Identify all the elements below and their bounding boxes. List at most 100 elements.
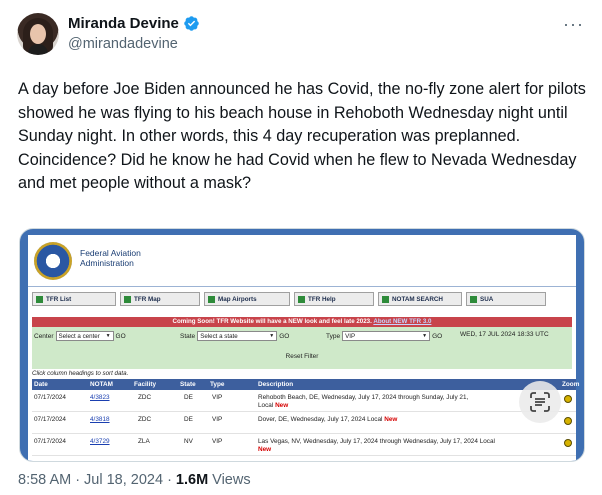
col-state: State: [180, 381, 196, 388]
tweet-paragraph-1: A day before Joe Biden announced he has …: [18, 80, 586, 145]
nav-label: Map Airports: [218, 295, 257, 303]
post-time[interactable]: 8:58 AM: [18, 472, 71, 488]
chevron-down-icon: ▼: [269, 333, 275, 339]
author-avatar[interactable]: [17, 13, 59, 55]
col-date: Date: [34, 381, 48, 388]
row-date: 07/17/2024: [34, 416, 66, 423]
table-row: 07/17/2024 4/3823 ZDC DE VIP Rehoboth Be…: [32, 390, 576, 412]
center-select: Select a center ▼: [55, 331, 114, 341]
row-new-badge: New: [384, 416, 398, 423]
row-notam-link: 4/3823: [90, 394, 110, 401]
nav-notam-search: NOTAM SEARCH: [378, 292, 462, 306]
row-desc-line-1: Las Vegas, NV, Wednesday, July 17, 2024 …: [258, 438, 495, 445]
separator-dot: ·: [75, 472, 81, 488]
separator-dot: ·: [167, 472, 172, 488]
center-filter: Center Select a center ▼ GO: [34, 331, 126, 341]
col-description: Description: [258, 381, 294, 388]
author-block: Miranda Devine @mirandadevine: [68, 14, 200, 54]
state-select-value: Select a state: [200, 332, 238, 340]
col-facility: Facility: [134, 381, 157, 388]
views-count[interactable]: 1.6M: [176, 472, 208, 488]
center-select-value: Select a center: [58, 332, 100, 340]
row-desc-line-1: Rehoboth Beach, DE, Wednesday, July 17, …: [258, 394, 469, 401]
faa-tfr-page: Federal Aviation Administration TFR List…: [28, 235, 580, 461]
center-go: GO: [115, 332, 126, 340]
type-go: GO: [432, 332, 443, 340]
author-handle[interactable]: @mirandadevine: [68, 35, 200, 54]
type-select-value: VIP: [345, 332, 356, 340]
nav-label: TFR Map: [134, 295, 161, 303]
row-type: VIP: [212, 416, 223, 423]
nav-label: TFR Help: [308, 295, 336, 303]
nav-bullet-icon: [470, 295, 477, 303]
type-select: VIP ▼: [342, 331, 431, 341]
views-label: Views: [212, 472, 251, 488]
row-desc-line-2: Local: [258, 402, 274, 409]
row-description: Rehoboth Beach, DE, Wednesday, July 17, …: [258, 394, 558, 410]
zoom-icon: [564, 417, 572, 425]
col-type: Type: [210, 381, 225, 388]
nav-bullet-icon: [124, 295, 131, 303]
row-date: 07/17/2024: [34, 394, 66, 401]
nav-map-airports: Map Airports: [204, 292, 290, 306]
verified-badge-icon: [184, 16, 199, 31]
nav-sua: SUA: [466, 292, 546, 306]
chevron-down-icon: ▼: [422, 333, 428, 339]
nav-bullet-icon: [298, 295, 305, 303]
state-label: State: [180, 332, 196, 340]
row-facility: ZDC: [138, 416, 152, 423]
nav-label: NOTAM SEARCH: [392, 295, 443, 303]
nav-bullet-icon: [36, 295, 43, 303]
nav-bullet-icon: [208, 295, 215, 303]
tfr-table: Date NOTAM Facility State Type Descripti…: [32, 379, 580, 456]
center-label: Center: [34, 332, 54, 340]
filter-panel: Center Select a center ▼ GO State Select …: [32, 327, 572, 369]
nav-tfr-map: TFR Map: [120, 292, 200, 306]
table-header: Date NOTAM Facility State Type Descripti…: [32, 379, 580, 390]
banner-link: About NEW TFR 3.0: [373, 318, 432, 325]
nav-tfr-help: TFR Help: [294, 292, 374, 306]
lens-icon[interactable]: [519, 381, 561, 423]
faa-title-line-2: Administration: [80, 258, 134, 268]
col-zoom: Zoom: [562, 381, 580, 388]
type-filter: Type VIP ▼ GO: [326, 331, 442, 341]
banner-text: Coming Soon! TFR Website will have a NEW…: [172, 318, 372, 325]
nav-label: SUA: [480, 295, 494, 303]
nav-tfr-list: TFR List: [32, 292, 116, 306]
row-state: DE: [184, 416, 193, 423]
text-scan-icon: [530, 392, 550, 412]
row-state: NV: [184, 438, 193, 445]
tweet-media-image[interactable]: Federal Aviation Administration TFR List…: [19, 228, 585, 462]
post-date[interactable]: Jul 18, 2024: [84, 472, 163, 488]
row-type: VIP: [212, 438, 223, 445]
table-row: 07/17/2024 4/3729 ZLA NV VIP Las Vegas, …: [32, 434, 576, 456]
state-filter: State Select a state ▼ GO: [180, 331, 289, 341]
nav-label: TFR List: [46, 295, 72, 303]
faa-header: Federal Aviation Administration: [28, 235, 576, 287]
row-type: VIP: [212, 394, 223, 401]
utc-timestamp: WED, 17 JUL 2024 18:33 UTC: [460, 331, 549, 338]
row-date: 07/17/2024: [34, 438, 66, 445]
state-go: GO: [279, 332, 290, 340]
faa-title: Federal Aviation Administration: [80, 248, 141, 268]
row-facility: ZLA: [138, 438, 150, 445]
avatar-face: [30, 24, 46, 44]
row-notam-link: 4/3729: [90, 438, 110, 445]
zoom-icon: [564, 395, 572, 403]
faa-nav-bar: TFR List TFR Map Map Airports TFR Help N…: [28, 292, 576, 306]
filter-row: Center Select a center ▼ GO State Select …: [32, 331, 572, 343]
sort-hint: Click column headings to sort data.: [32, 370, 129, 377]
row-new-badge: New: [258, 446, 272, 453]
author-name-row[interactable]: Miranda Devine: [68, 14, 200, 33]
more-options-icon[interactable]: ···: [563, 15, 584, 33]
row-notam-link: 4/3818: [90, 416, 110, 423]
author-name[interactable]: Miranda Devine: [68, 14, 179, 33]
row-state: DE: [184, 394, 193, 401]
row-desc-line-1: Dover, DE, Wednesday, July 17, 2024 Loca…: [258, 416, 383, 423]
tweet-text: A day before Joe Biden announced he has …: [18, 78, 588, 196]
row-description: Dover, DE, Wednesday, July 17, 2024 Loca…: [258, 416, 558, 424]
reset-filter-button: Reset Filter: [285, 353, 319, 360]
row-description: Las Vegas, NV, Wednesday, July 17, 2024 …: [258, 438, 558, 454]
chevron-down-icon: ▼: [105, 333, 111, 339]
state-select: Select a state ▼: [197, 331, 278, 341]
